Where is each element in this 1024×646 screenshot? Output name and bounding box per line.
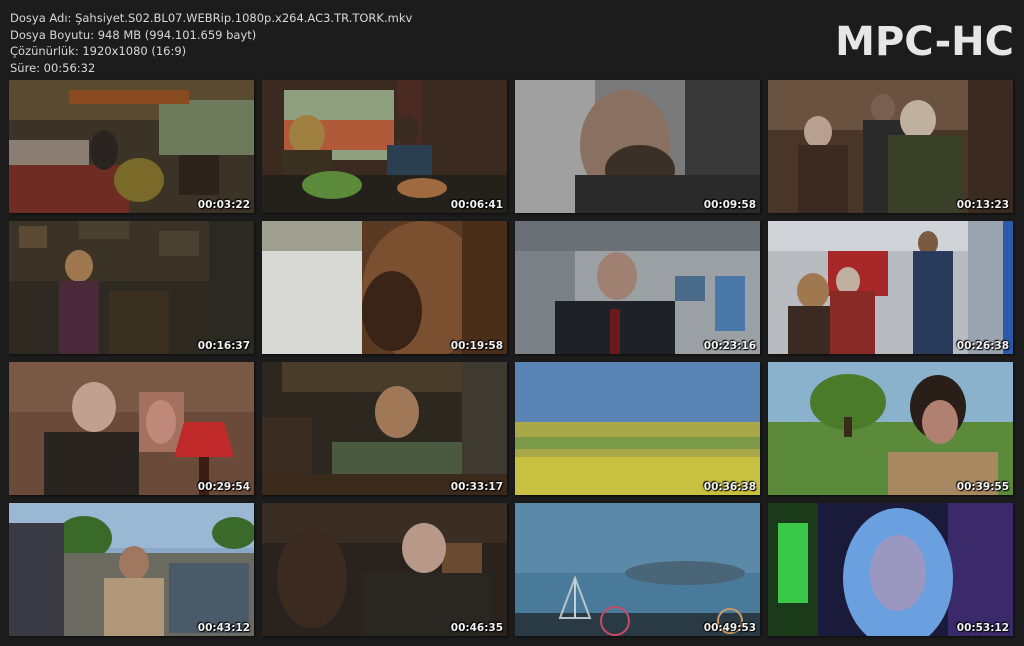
thumbnail: 00:06:41 (262, 80, 507, 213)
thumbnail: 00:19:58 (262, 221, 507, 354)
living-room-scene (9, 80, 254, 213)
field-grass-scene (515, 362, 760, 495)
road-car-scene (9, 503, 254, 636)
thumbnail: 00:39:55 (768, 362, 1013, 495)
duration: Süre: 00:56:32 (10, 60, 96, 75)
hallway-man-scene (515, 221, 760, 354)
thumbnail: 00:13:23 (768, 80, 1013, 213)
resolution: Çözünürlük: 1920x1080 (16:9) (10, 44, 187, 58)
thumbnail: 00:49:53 (515, 503, 760, 636)
sleeping-man-scene (515, 80, 760, 213)
timestamp: 00:36:38 (703, 481, 756, 493)
barn-scene (768, 80, 1013, 213)
timestamp: 00:53:12 (956, 622, 1009, 634)
thumbnail: 00:33:17 (262, 362, 507, 495)
office-desk-scene (262, 362, 507, 495)
timestamp: 00:06:41 (450, 199, 503, 211)
file-name: Dosya Adı: Şahsiyet.S02.BL07.WEBRip.1080… (10, 11, 413, 25)
timestamp: 00:43:12 (197, 622, 250, 634)
timestamp: 00:13:23 (956, 199, 1009, 211)
thumbnail: 00:36:38 (515, 362, 760, 495)
thumbnail: 00:43:12 (9, 503, 254, 636)
thumbnail: 00:29:54 (9, 362, 254, 495)
timestamp: 00:16:37 (197, 340, 250, 352)
thumbnail: 00:16:37 (9, 221, 254, 354)
thumbnail: 00:26:38 (768, 221, 1013, 354)
timestamp: 00:29:54 (197, 481, 250, 493)
timestamp: 00:39:55 (956, 481, 1009, 493)
timestamp: 00:49:53 (703, 622, 756, 634)
file-size: Dosya Boyutu: 948 MB (994.101.659 bayt) (10, 27, 257, 42)
old-man-lamp-scene (9, 362, 254, 495)
woman-tree-scene (768, 362, 1013, 495)
thumbnail: 00:46:35 (262, 503, 507, 636)
file-info: Dosya Adı: Şahsiyet.S02.BL07.WEBRip.1080… (10, 10, 412, 76)
timestamp: 00:33:17 (450, 481, 503, 493)
timestamp: 00:03:22 (197, 199, 250, 211)
thumbnail: 00:03:22 (9, 80, 254, 213)
kitchen-table-scene (262, 80, 507, 213)
thumbnail: 00:09:58 (515, 80, 760, 213)
timestamp: 00:46:35 (450, 622, 503, 634)
thumbnail: 00:23:16 (515, 221, 760, 354)
fairground-scene (515, 503, 760, 636)
closeup-blur-scene (262, 221, 507, 354)
header: Dosya Adı: Şahsiyet.S02.BL07.WEBRip.1080… (0, 0, 1024, 80)
timestamp: 00:26:38 (956, 340, 1009, 352)
thumbnail: 00:53:12 (768, 503, 1013, 636)
mpc-hc-logo: MPC-HC (835, 19, 1014, 65)
waiting-room-scene (768, 221, 1013, 354)
neon-woman-scene (768, 503, 1013, 636)
dark-room-woman-scene (9, 221, 254, 354)
timestamp: 00:09:58 (703, 199, 756, 211)
timestamp: 00:19:58 (450, 340, 503, 352)
timestamp: 00:23:16 (703, 340, 756, 352)
old-man-talking-scene (262, 503, 507, 636)
